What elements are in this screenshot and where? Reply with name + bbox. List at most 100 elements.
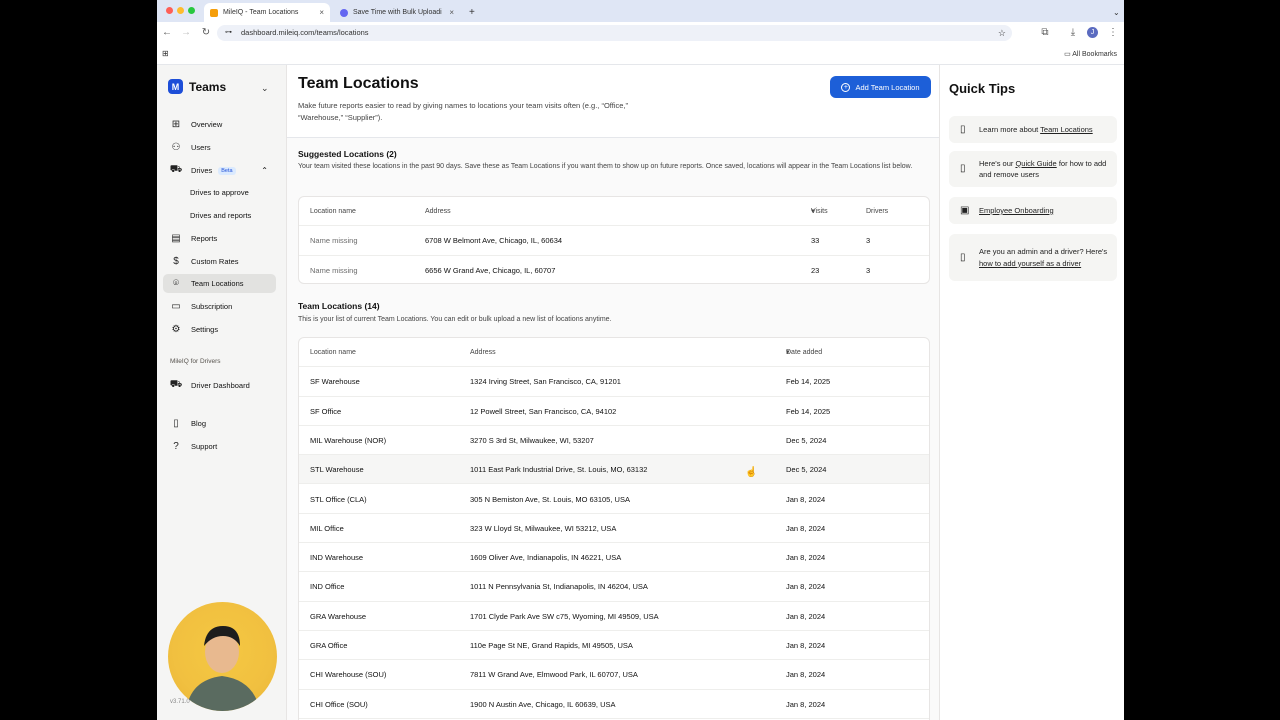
table-row[interactable]: SF Office 12 Powell Street, San Francisco…: [299, 397, 929, 426]
sidebar-item-support[interactable]: ? Support: [163, 437, 276, 456]
close-tab-icon[interactable]: ×: [449, 8, 454, 17]
mileiq-favicon-icon: [210, 8, 218, 17]
sidebar-item-label: Driver Dashboard: [191, 381, 250, 390]
location-name: GRA Office: [310, 641, 348, 650]
card-icon: ▭: [171, 301, 181, 312]
table-row[interactable]: GRA Office 110e Page St NE, Grand Rapids,…: [299, 631, 929, 661]
browser-tab[interactable]: Save Time with Bulk Uploadi ×: [334, 3, 460, 22]
page-title: Team Locations: [298, 75, 419, 92]
all-bookmarks-label: All Bookmarks: [1072, 51, 1117, 58]
chevron-down-icon[interactable]: ⌄: [261, 83, 269, 94]
tip-link[interactable]: Quick Guide: [1015, 159, 1056, 168]
site-settings-icon[interactable]: ⊶: [225, 25, 232, 41]
sidebar-item-team-locations[interactable]: ⌾ Team Locations: [163, 274, 276, 293]
sidebar-item-drives-and-reports[interactable]: Drives and reports: [190, 211, 251, 220]
chevron-up-icon[interactable]: ⌃: [261, 166, 268, 175]
table-row[interactable]: STL Warehouse 1011 East Park Industrial D…: [299, 455, 929, 485]
location-name: IND Warehouse: [310, 553, 364, 563]
add-team-location-button[interactable]: + Add Team Location: [830, 76, 931, 98]
table-row[interactable]: CHI Office (SOU) 1900 N Austin Ave, Chica…: [299, 690, 929, 719]
suggested-table: Location name Address Visits ▾ Drivers N…: [298, 196, 930, 284]
button-label: Add Team Location: [855, 82, 920, 92]
column-header: Address: [470, 349, 496, 356]
apps-grid-icon[interactable]: ⊞: [162, 49, 169, 58]
all-bookmarks-link[interactable]: ▭ All Bookmarks: [1064, 50, 1117, 58]
date-added: Jan 8, 2024: [786, 699, 826, 709]
download-icon[interactable]: ⤓: [1067, 27, 1079, 39]
location-pin-icon: ⌾: [173, 278, 179, 289]
extensions-icon[interactable]: ⧉: [1039, 27, 1051, 39]
location-address: 7811 W Grand Ave, Elmwood Park, IL 60707…: [470, 670, 638, 680]
sidebar-item-subscription[interactable]: ▭ Subscription: [163, 297, 276, 316]
sidebar-item-label: Subscription: [191, 302, 233, 311]
url-field[interactable]: ⊶ dashboard.mileiq.com/teams/locations ☆: [217, 25, 1012, 41]
sidebar-item-drives-to-approve[interactable]: Drives to approve: [190, 188, 249, 197]
minimize-window-button[interactable]: [177, 7, 184, 14]
sidebar-item-users[interactable]: ⚇ Users: [163, 138, 276, 157]
report-icon: ▤: [171, 233, 181, 244]
location-address: 1011 East Park Industrial Drive, St. Lou…: [470, 465, 648, 475]
quick-tips-title: Quick Tips: [949, 81, 1016, 96]
sidebar-item-label: Support: [191, 442, 218, 451]
table-row[interactable]: IND Office 1011 N Pennsylvania St, Indian…: [299, 572, 929, 602]
table-row[interactable]: Name missing 6708 W Belmont Ave, Chicago…: [299, 226, 929, 256]
sidebar-item-driver-dashboard[interactable]: ⛟ Driver Dashboard: [163, 376, 276, 395]
tip-link[interactable]: how to add yourself as a driver: [979, 259, 1081, 268]
sidebar-item-blog[interactable]: ▯ Blog: [163, 414, 276, 433]
sidebar-item-settings[interactable]: ⚙ Settings: [163, 320, 276, 339]
table-row[interactable]: CHI Warehouse (SOU) 7811 W Grand Ave, Elm…: [299, 660, 929, 690]
visits-count: 33: [811, 236, 820, 246]
address-bar-row: ← → ↻ ⊶ dashboard.mileiq.com/teams/locat…: [157, 22, 1124, 44]
sidebar-item-overview[interactable]: ⊞ Overview: [163, 115, 276, 134]
table-row[interactable]: GRA Warehouse 1701 Clyde Park Ave SW c75,…: [299, 602, 929, 631]
video-icon: ▣: [960, 204, 970, 216]
tip-link[interactable]: Employee Onboarding: [979, 206, 1054, 215]
sidebar-item-drives[interactable]: ⛟ Drives Beta ⌃: [163, 161, 276, 180]
tip-employee-onboarding[interactable]: ▣ Employee Onboarding: [949, 197, 1117, 224]
table-row[interactable]: MIL Office 323 W Lloyd St, Milwaukee, WI …: [299, 514, 929, 544]
table-row[interactable]: IND Warehouse 1609 Oliver Ave, Indianapol…: [299, 543, 929, 573]
close-tab-icon[interactable]: ×: [319, 8, 324, 17]
date-added: Jan 8, 2024: [786, 553, 826, 563]
page-subtitle: Make future reports easier to read by gi…: [298, 101, 629, 122]
maximize-window-button[interactable]: [188, 7, 195, 14]
close-window-button[interactable]: [166, 7, 173, 14]
suggested-heading: Suggested Locations (2): [298, 149, 397, 159]
bookmark-star-icon[interactable]: ☆: [998, 25, 1006, 41]
date-added: Jan 8, 2024: [786, 582, 826, 592]
tip-admin-driver[interactable]: ▯ Are you an admin and a driver? Here's h…: [949, 234, 1117, 281]
team-switcher[interactable]: M Teams: [168, 79, 226, 94]
table-row[interactable]: MIL Warehouse (NOR) 3270 S 3rd St, Milwau…: [299, 426, 929, 456]
bookmarks-bar: ⊞ ▭ All Bookmarks: [157, 44, 1124, 65]
date-added: Dec 5, 2024: [786, 465, 827, 475]
tab-search-chevron-icon[interactable]: ⌄: [1107, 3, 1121, 22]
new-tab-icon[interactable]: +: [463, 3, 481, 22]
location-name: CHI Office (SOU): [310, 699, 368, 709]
table-row[interactable]: Name missing 6656 W Grand Ave, Chicago, …: [299, 256, 929, 283]
browser-tab-active[interactable]: MileIQ - Team Locations ×: [204, 3, 330, 22]
date-added: Jan 8, 2024: [786, 523, 826, 533]
table-row[interactable]: STL Office (CLA) 305 N Bemiston Ave, St. …: [299, 485, 929, 514]
sidebar-item-label: Reports: [191, 234, 218, 243]
dollar-icon: $: [173, 256, 179, 267]
column-header: Location name: [310, 349, 356, 356]
reload-icon[interactable]: ↻: [200, 27, 212, 39]
forward-arrow-icon[interactable]: →: [180, 27, 192, 39]
date-added: Jan 8, 2024: [786, 670, 826, 680]
location-name: Name missing: [310, 236, 358, 246]
tip-text-pre: Learn more about: [979, 124, 1041, 134]
tip-link[interactable]: Team Locations: [1040, 125, 1093, 134]
book-icon: ▯: [960, 163, 966, 175]
book-icon: ▯: [173, 418, 179, 429]
back-arrow-icon[interactable]: ←: [161, 27, 173, 39]
tip-quick-guide[interactable]: ▯ Here's our Quick Guide for how to add a…: [949, 151, 1117, 187]
tip-team-locations[interactable]: ▯ Learn more about Team Locations: [949, 116, 1117, 143]
table-row[interactable]: SF Warehouse 1324 Irving Street, San Fran…: [299, 367, 929, 397]
location-address: 1324 Irving Street, San Francisco, CA, 9…: [470, 377, 621, 387]
site-favicon-icon: [340, 8, 348, 17]
sidebar-item-custom-rates[interactable]: $ Custom Rates: [163, 252, 276, 271]
profile-avatar[interactable]: J: [1087, 27, 1098, 38]
menu-kebab-icon[interactable]: ⋮: [1107, 27, 1119, 39]
sidebar-item-reports[interactable]: ▤ Reports: [163, 229, 276, 248]
date-added: Jan 8, 2024: [786, 494, 826, 504]
